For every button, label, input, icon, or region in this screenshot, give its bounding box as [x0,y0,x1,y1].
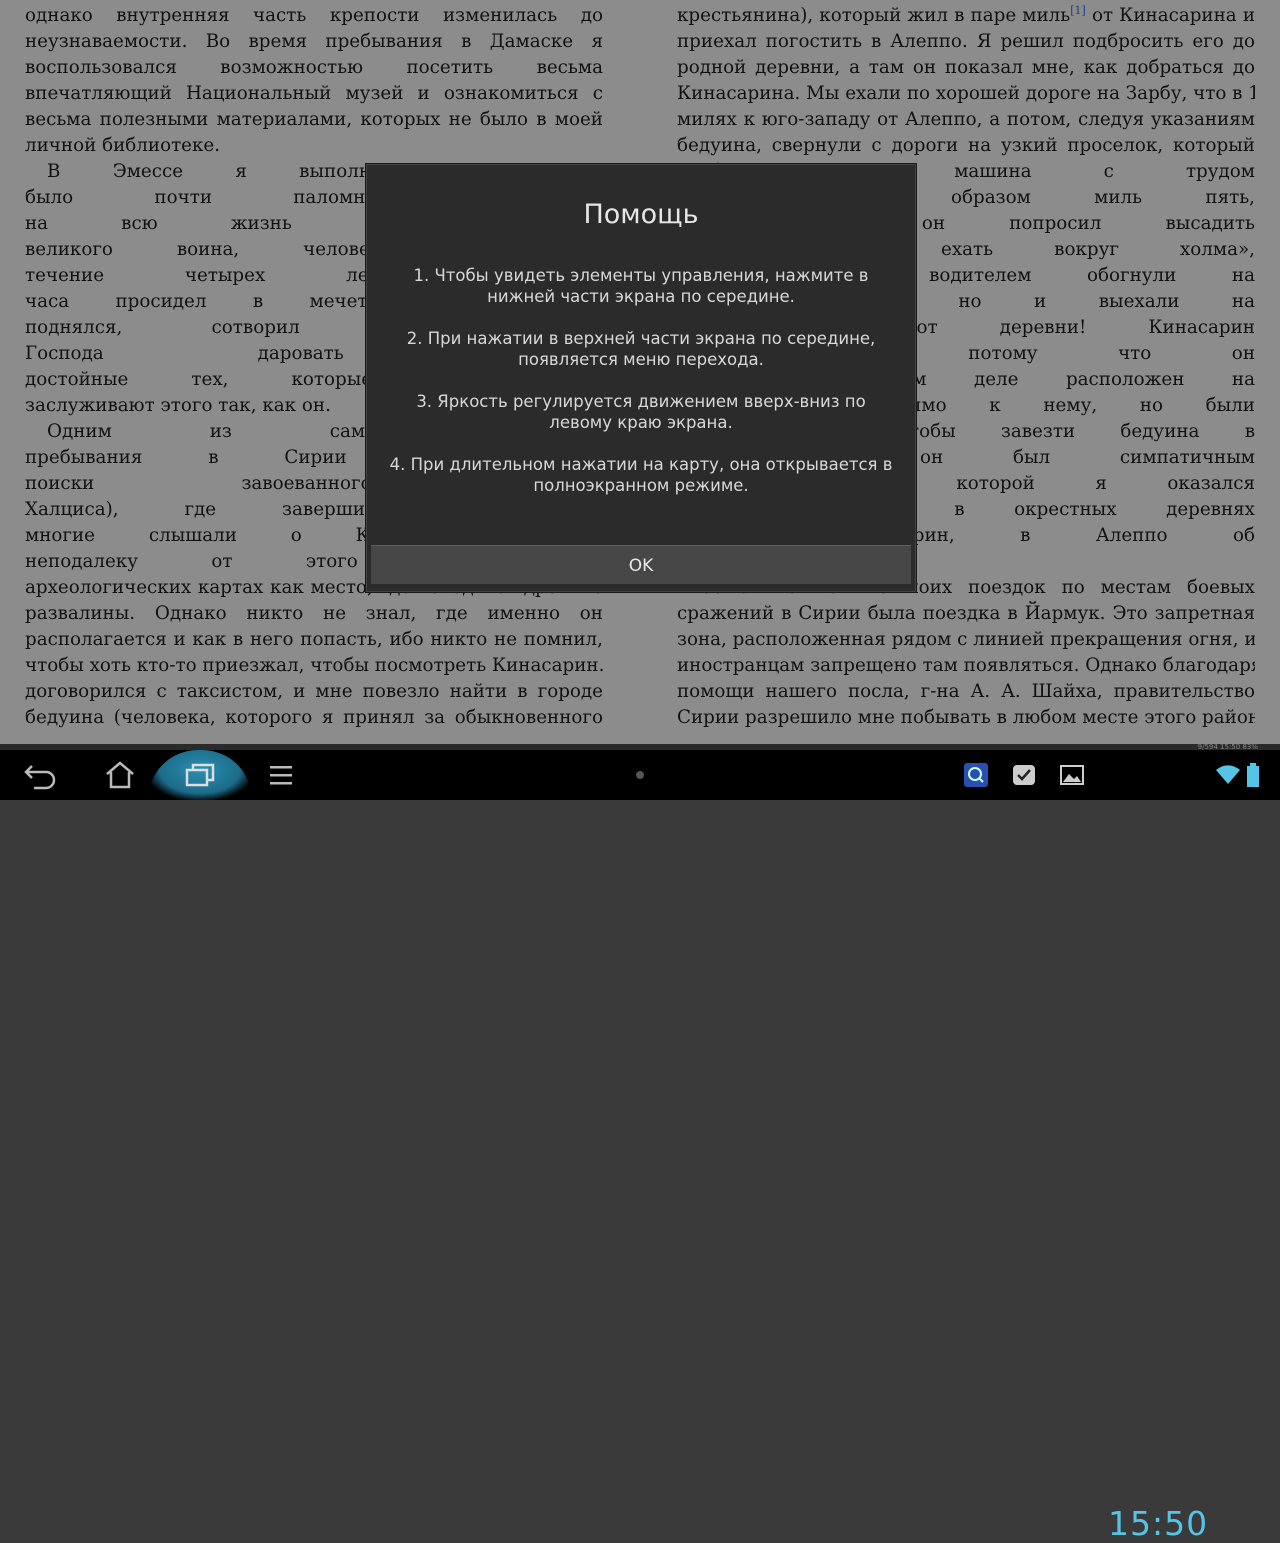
checkmark-icon [1013,765,1035,785]
footnote-link[interactable]: [1] [1070,4,1086,17]
text-line: зона, расположенная рядом с линией прекр… [677,629,1255,650]
battery-icon [1247,763,1259,787]
text-line: родной деревни, а там он показал мне, ка… [677,57,1255,78]
menu-button[interactable] [251,750,311,800]
recent-apps-icon [185,763,215,787]
text-line: милях к юго-западу от Алеппо, а потом, с… [677,109,1255,130]
text-line: чтобы хоть кто-то приезжал, чтобы посмот… [25,655,603,676]
battery-status[interactable] [1228,750,1278,800]
back-button[interactable] [10,750,70,800]
text-line: бедуина, свернули с дороги на узкий прос… [677,135,1255,156]
text-line: однако внутренняя часть крепости изменил… [25,5,603,26]
clock[interactable]: 15:50 [1108,1504,1208,1543]
recent-apps-button[interactable] [170,750,230,800]
help-item: 3. Яркость регулируется движением вверх-… [416,392,866,432]
notification-gallery[interactable] [1042,750,1102,800]
menu-icon [270,766,292,785]
text-line: неузнаваемости. Во время пребывания в Да… [25,31,603,52]
page-indicator-dot [636,771,644,779]
text-line: весьма полезными материалами, которых не… [25,109,603,130]
text-line: располагается и как в него попасть, ибо … [25,629,603,650]
text-line: впечатляющий Национальный музей и ознако… [25,83,603,104]
text-line: крестьянина), который жил в паре миль[1]… [677,3,1255,26]
text-line: воспользовался возможностью посетить вес… [25,57,603,78]
text-line: помощи нашего посла, г-на А. А. Шайха, п… [677,681,1255,702]
text-line: иностранцам запрещено там появляться. Од… [677,655,1255,676]
gallery-icon [1060,765,1084,785]
text-line: договорился с таксистом, и мне повезло н… [25,681,603,702]
dialog-body: 1. Чтобы увидеть элементы управления, на… [389,265,893,517]
back-icon [24,765,56,790]
help-item: 4. При длительном нажатии на карту, она … [389,455,893,495]
help-item: 1. Чтобы увидеть элементы управления, на… [413,266,869,306]
help-item: 2. При нажатии в верхней части экрана по… [406,329,876,369]
text-line: приехал погостить в Алеппо. Я решил подб… [677,31,1255,52]
text-line: Сирии разрешило мне побывать в любом мес… [677,707,1255,728]
text-line: Кинасарина. Мы ехали по хорошей дороге н… [677,83,1255,104]
home-icon [106,761,134,789]
text-line: личной библиотеке. [25,135,221,156]
text-fragment: от Кинасарина и [1085,5,1255,26]
ok-button[interactable]: OK [371,545,911,584]
text-line: сражений в Сирии была поездка в Йармук. … [677,603,1255,624]
search-icon [964,763,988,787]
dialog-title: Помощь [583,199,699,230]
help-dialog: Помощь 1. Чтобы увидеть элементы управле… [366,164,916,592]
home-button[interactable] [90,750,150,800]
text-line: бедуина (человека, которого я принял за … [25,707,603,728]
text-line: развалины. Однако никто не знал, где име… [25,603,603,624]
